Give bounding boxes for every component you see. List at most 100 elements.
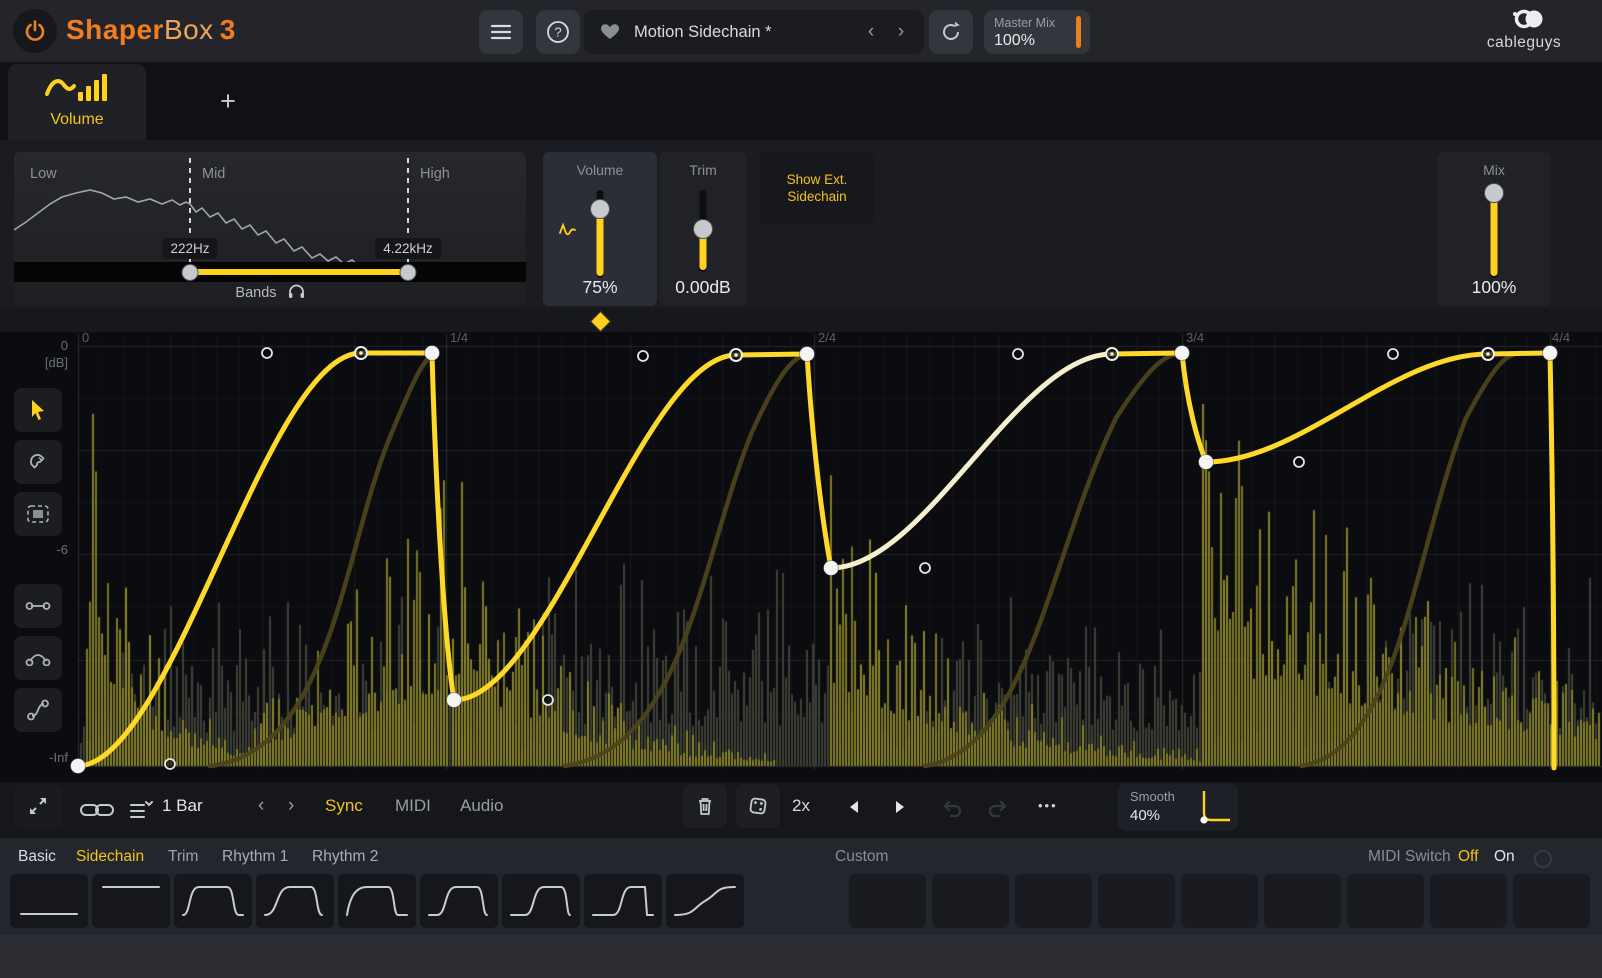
wave-preset-sidechain-5[interactable] [502, 874, 580, 928]
custom-slot[interactable] [849, 874, 926, 928]
show-ext-sidechain-button[interactable]: Show Ext. Sidechain [760, 152, 874, 224]
help-button[interactable]: ? [536, 10, 580, 54]
curve-tension-handle[interactable] [1294, 457, 1304, 467]
lfo-curve-segment[interactable] [1112, 353, 1182, 354]
link-icon[interactable] [78, 799, 116, 821]
band-split-high-value[interactable]: 4.22kHz [375, 238, 441, 259]
midi-learn-icon[interactable] [1534, 850, 1552, 868]
custom-slot[interactable] [1015, 874, 1092, 928]
pattern-steps-icon[interactable] [128, 797, 154, 823]
band-handle-high[interactable] [400, 264, 417, 281]
custom-slot[interactable] [1513, 874, 1590, 928]
menu-button[interactable] [479, 10, 523, 54]
custom-slot[interactable] [932, 874, 1009, 928]
favorite-heart-icon[interactable] [600, 23, 620, 41]
expand-editor-button[interactable] [14, 784, 62, 828]
wave-preset-sidechain-1[interactable] [174, 874, 252, 928]
smooth-control[interactable]: Smooth 40% [1118, 783, 1238, 831]
curve-node[interactable] [425, 346, 440, 361]
curve-node[interactable] [1175, 346, 1190, 361]
band-range-bar[interactable] [190, 269, 408, 275]
preset-tab-rhythm-1[interactable]: Rhythm 1 [222, 848, 288, 866]
reload-preset-button[interactable] [929, 10, 973, 54]
redo-icon[interactable] [986, 798, 1010, 818]
length-prev-button[interactable]: ‹ [258, 782, 264, 830]
lfo-curve-layer[interactable] [0, 308, 1602, 782]
volume-slider-knob[interactable] [590, 199, 610, 219]
wave-preset-ramp-s[interactable] [666, 874, 744, 928]
mix-slider-knob[interactable] [1484, 183, 1504, 203]
lfo-curve-segment[interactable] [1550, 353, 1554, 768]
volume-depth-panel[interactable]: Volume 75% [543, 152, 657, 306]
lfo-curve-segment[interactable] [432, 353, 454, 700]
curve-node[interactable] [1543, 346, 1558, 361]
pattern-length-value[interactable]: 1 Bar [162, 782, 203, 830]
lfo-curve-segment[interactable] [1182, 353, 1206, 462]
mode-sync-button[interactable]: Sync [325, 782, 363, 830]
shift-right-button[interactable] [892, 799, 908, 815]
preset-next-button[interactable]: › [886, 21, 916, 43]
custom-slot[interactable] [1181, 874, 1258, 928]
speed-multiplier-button[interactable]: 2x [792, 782, 810, 830]
scurve-tool-button[interactable] [14, 688, 62, 732]
master-mix-control[interactable]: Master Mix 100% [984, 10, 1090, 54]
curve-node[interactable] [800, 347, 815, 362]
curve-tension-handle[interactable] [262, 348, 272, 358]
preset-name[interactable]: Motion Sidechain * [634, 23, 856, 42]
preset-bar[interactable]: Motion Sidechain * ‹ › [584, 10, 924, 54]
wave-preset-flat-high[interactable] [92, 874, 170, 928]
add-shaper-button[interactable]: + [212, 86, 244, 118]
band-split-low-value[interactable]: 222Hz [162, 238, 217, 259]
preset-tab-basic[interactable]: Basic [18, 848, 56, 866]
custom-slot[interactable] [1347, 874, 1424, 928]
midi-switch-off-button[interactable]: Off [1458, 848, 1478, 866]
curve-tension-handle[interactable] [1388, 349, 1398, 359]
preset-tab-trim[interactable]: Trim [168, 848, 198, 866]
length-next-button[interactable]: › [288, 782, 294, 830]
curve-node[interactable] [1199, 455, 1214, 470]
lfo-curve-segment[interactable] [1206, 353, 1550, 462]
curve-node[interactable] [447, 693, 462, 708]
line-tool-button[interactable] [14, 584, 62, 628]
midi-switch-on-button[interactable]: On [1494, 848, 1515, 866]
lfo-curve-segment[interactable] [454, 354, 807, 700]
wave-preset-sidechain-4[interactable] [420, 874, 498, 928]
curve-node[interactable] [824, 561, 839, 576]
tab-volume[interactable]: Volume [8, 64, 146, 140]
shift-left-button[interactable] [846, 799, 862, 815]
undo-icon[interactable] [940, 798, 964, 818]
wave-preset-sidechain-2[interactable] [256, 874, 334, 928]
mode-audio-button[interactable]: Audio [460, 782, 503, 830]
trim-slider-knob[interactable] [693, 219, 713, 239]
custom-slot[interactable] [1264, 874, 1341, 928]
lfo-curve-segment[interactable] [807, 354, 831, 568]
curve-tension-handle[interactable] [638, 351, 648, 361]
bands-row[interactable]: Bands [14, 284, 526, 301]
power-button[interactable] [13, 9, 57, 53]
curve-tension-handle[interactable] [920, 563, 930, 573]
preset-prev-button[interactable]: ‹ [856, 21, 886, 43]
curve-tension-handle[interactable] [1013, 349, 1023, 359]
curve-node[interactable] [71, 759, 86, 774]
custom-slot[interactable] [1098, 874, 1175, 928]
snap-tool-button[interactable] [14, 440, 62, 484]
headphones-icon[interactable] [288, 284, 305, 299]
curve-tension-handle[interactable] [543, 695, 553, 705]
lfo-curve-segment[interactable] [78, 353, 432, 766]
wave-preset-sidechain-3[interactable] [338, 874, 416, 928]
band-handle-low[interactable] [182, 264, 199, 281]
wave-preset-sidechain-6[interactable] [584, 874, 662, 928]
cursor-tool-button[interactable] [14, 388, 62, 432]
clear-curve-button[interactable] [683, 784, 727, 828]
master-mix-slider[interactable] [1076, 16, 1081, 48]
preset-tab-rhythm-2[interactable]: Rhythm 2 [312, 848, 378, 866]
select-tool-button[interactable] [14, 492, 62, 536]
more-options-button[interactable]: ••• [1038, 782, 1058, 830]
custom-slot[interactable] [1430, 874, 1507, 928]
mix-panel[interactable]: Mix 100% [1437, 152, 1551, 306]
trim-panel[interactable]: Trim 0.00dB [659, 152, 747, 306]
randomize-button[interactable] [736, 784, 780, 828]
preset-tab-sidechain[interactable]: Sidechain [76, 848, 144, 866]
wave-preset-flat-low[interactable] [10, 874, 88, 928]
band-split-panel[interactable]: Low Mid High 222Hz 4.22kHz Bands [14, 152, 526, 306]
